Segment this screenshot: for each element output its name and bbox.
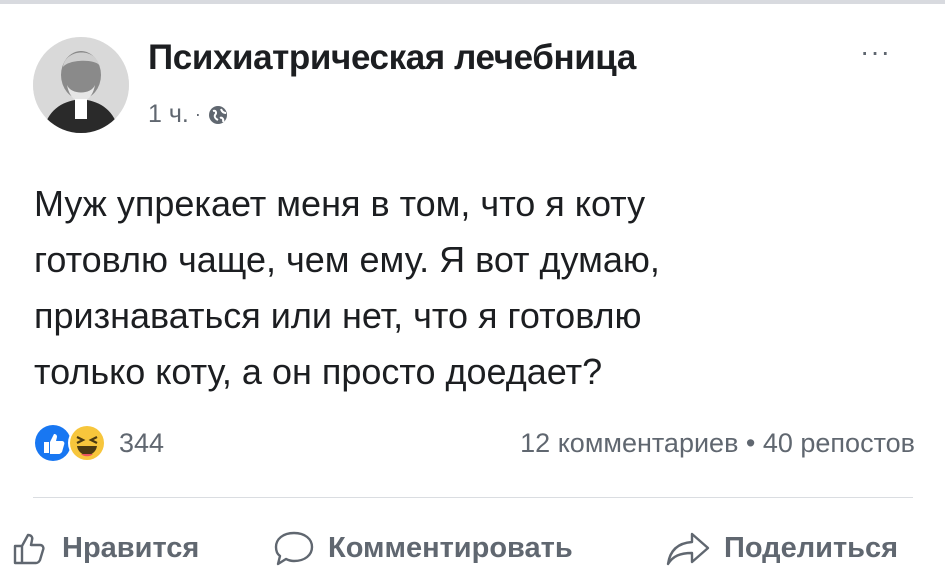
post-text-line: готовлю чаще, чем ему. Я вот думаю, xyxy=(34,239,660,280)
reactions-count: 344 xyxy=(119,427,165,458)
post-text-line: Муж упрекает меня в том, что я коту xyxy=(34,183,646,224)
post-text: Муж упрекает меня в том, что я коту гото… xyxy=(34,176,894,400)
comment-label: Комментировать xyxy=(328,531,573,564)
thumbs-up-icon xyxy=(13,533,45,565)
comment-button[interactable]: Комментировать xyxy=(272,528,573,568)
share-button[interactable]: Поделиться xyxy=(664,528,898,568)
haha-icon xyxy=(68,424,106,462)
avatar[interactable] xyxy=(33,37,129,133)
share-label: Поделиться xyxy=(724,531,899,564)
avatar-portrait xyxy=(33,37,129,133)
page-name[interactable]: Психиатрическая лечебница xyxy=(148,38,636,78)
like-icon xyxy=(35,425,71,461)
post-text-line: только коту, а он просто доедает? xyxy=(34,351,603,392)
like-label: Нравится xyxy=(62,531,200,564)
more-options-button[interactable]: ··· xyxy=(860,36,891,68)
top-border xyxy=(0,0,945,4)
globe-icon xyxy=(208,105,227,124)
post-text-line: признаваться или нет, что я готовлю xyxy=(34,295,642,336)
post-meta: 1 ч. · xyxy=(148,100,229,129)
share-icon xyxy=(666,532,710,566)
comments-shares-stats[interactable]: 12 комментариев • 40 репостов xyxy=(520,428,915,459)
reaction-icons xyxy=(35,424,106,462)
action-bar: Нравится Комментировать Поделиться xyxy=(0,520,945,580)
meta-separator: · xyxy=(194,104,201,124)
post-time[interactable]: 1 ч. xyxy=(148,100,189,129)
divider xyxy=(33,497,913,498)
comment-icon xyxy=(274,531,314,566)
reactions-summary[interactable]: 344 xyxy=(33,423,164,463)
like-button[interactable]: Нравится xyxy=(10,528,199,568)
